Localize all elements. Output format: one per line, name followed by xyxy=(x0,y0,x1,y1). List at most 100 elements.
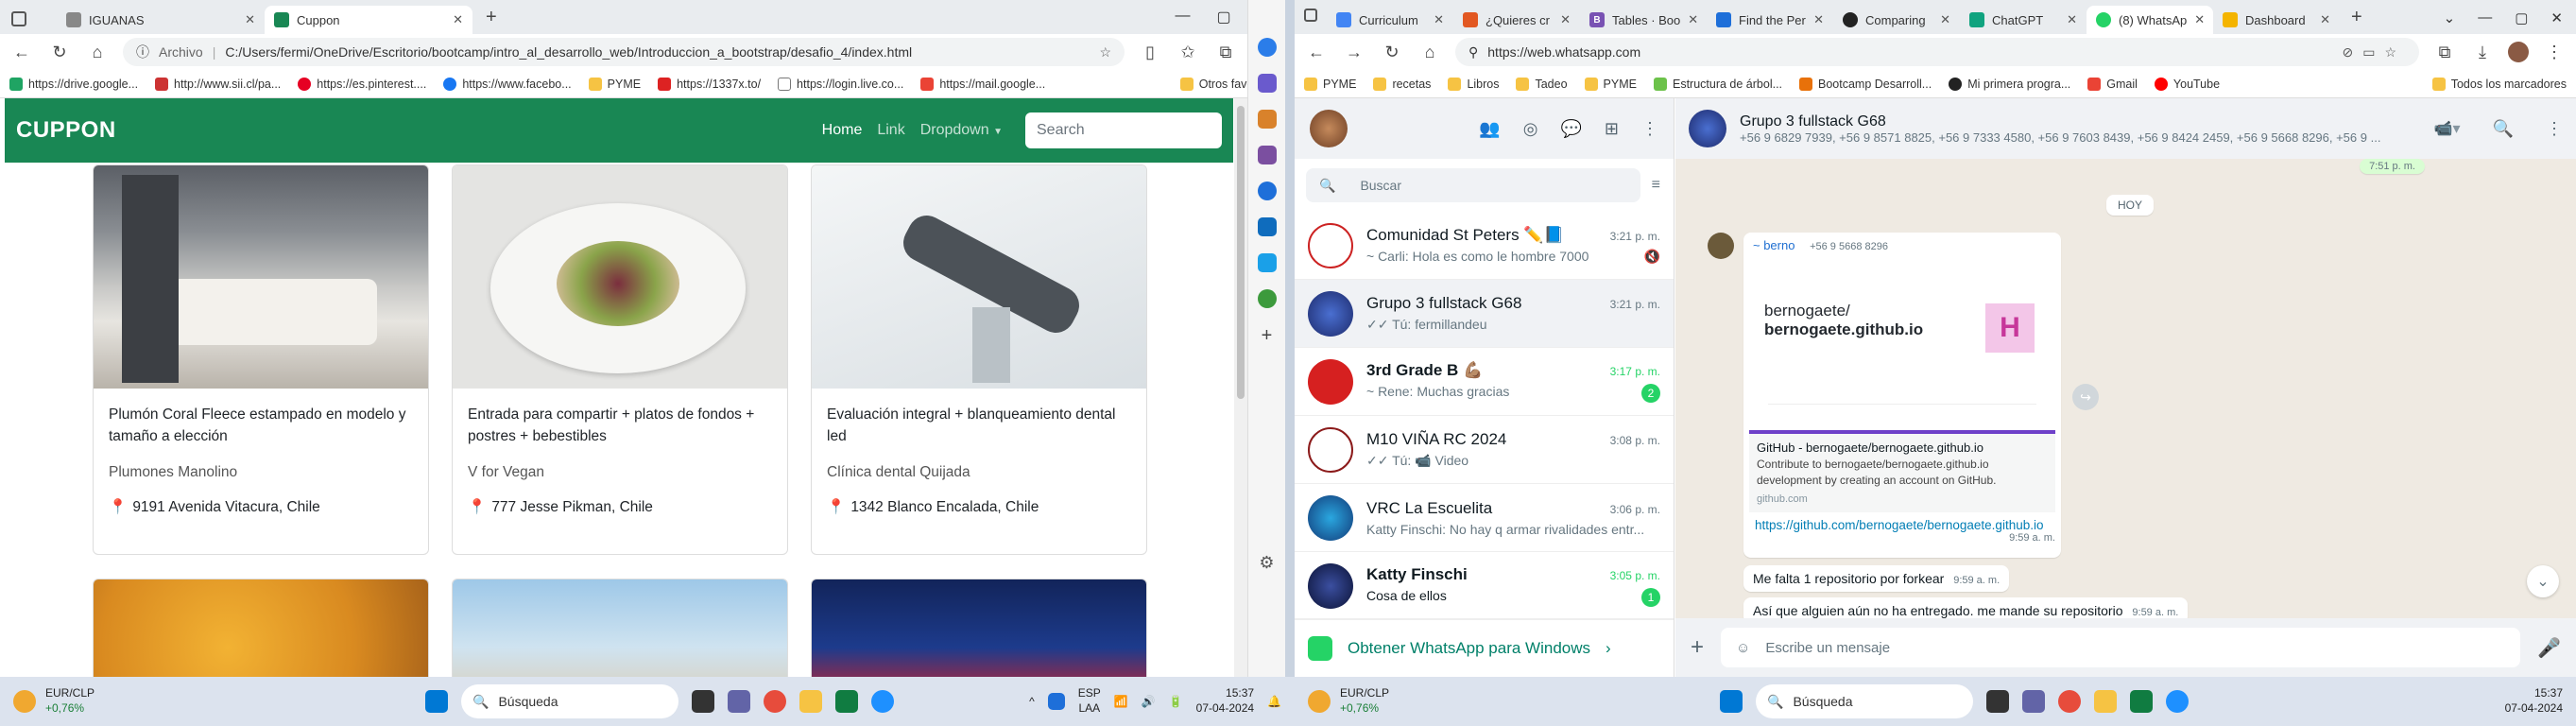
deal-card[interactable]: Entrada para compartir + platos de fondo… xyxy=(452,164,788,555)
deal-card[interactable] xyxy=(93,579,429,677)
currency-widget[interactable]: EUR/CLP +0,76% xyxy=(45,686,94,716)
close-icon[interactable]: ✕ xyxy=(1813,12,1824,27)
tab-find-the-per[interactable]: Find the Per ✕ xyxy=(1707,6,1833,34)
taskbar-search[interactable]: 🔍 Búsqueda xyxy=(461,684,679,718)
games-icon[interactable] xyxy=(1257,146,1277,164)
emoji-icon[interactable]: ☺ xyxy=(1736,640,1750,656)
minimize-icon[interactable]: — xyxy=(2478,9,2492,26)
language-indicator[interactable]: ESP LAA xyxy=(1078,686,1101,716)
bookmark-item[interactable]: Mi primera progra... xyxy=(1949,77,2070,91)
battery-icon[interactable]: 🔋 xyxy=(1169,695,1183,708)
close-icon[interactable]: ✕ xyxy=(1688,12,1698,27)
weather-widget-icon[interactable] xyxy=(13,690,36,713)
settings-gear-icon[interactable]: ⚙ xyxy=(1259,553,1274,573)
chat-search-input[interactable]: 🔍 Buscar xyxy=(1306,168,1640,202)
deal-card[interactable]: Evaluación integral + blanqueamiento den… xyxy=(811,164,1147,555)
start-windows-icon[interactable] xyxy=(425,690,449,713)
sender-avatar[interactable] xyxy=(1708,233,1734,259)
maximize-icon[interactable]: ▢ xyxy=(2515,9,2528,26)
chrome-icon[interactable] xyxy=(2058,690,2082,713)
back-icon[interactable]: ← xyxy=(9,43,34,62)
outlook-icon[interactable] xyxy=(1257,217,1277,236)
bookmark-folder[interactable]: PYME xyxy=(1304,77,1356,91)
weather-widget-icon[interactable] xyxy=(1308,690,1331,713)
close-window-icon[interactable]: ✕ xyxy=(2550,9,2563,26)
store-icon[interactable] xyxy=(835,690,859,713)
file-explorer-icon[interactable] xyxy=(2094,690,2118,713)
new-chat-icon[interactable]: ⊞ xyxy=(1605,119,1619,139)
menu-icon[interactable]: ⋮ xyxy=(2546,119,2563,139)
deal-card[interactable]: Plumón Coral Fleece estampado en modelo … xyxy=(93,164,429,555)
tab-quieres[interactable]: ¿Quieres cr ✕ xyxy=(1453,6,1580,34)
all-bookmarks[interactable]: Todos los marcadores xyxy=(2431,77,2567,91)
link-preview-message[interactable]: ~ berno +56 9 5668 8296 bernogaete/berno… xyxy=(1743,233,2061,558)
sender-name[interactable]: ~ berno xyxy=(1753,238,1795,252)
bookmark-item[interactable]: https://drive.google... xyxy=(9,77,138,91)
bookmark-folder[interactable]: PYME xyxy=(588,77,641,91)
notification-bell-icon[interactable]: 🔔 xyxy=(1267,695,1281,708)
refresh-icon[interactable]: ↻ xyxy=(1380,43,1404,62)
chat-item-selected[interactable]: Grupo 3 fullstack G68 3:21 p. m. ✓✓ Tú: f… xyxy=(1295,280,1674,348)
home-icon[interactable]: ⌂ xyxy=(85,43,110,62)
tab-curriculum[interactable]: Curriculum ✕ xyxy=(1327,6,1453,34)
chat-item[interactable]: VRC La Escuelita 3:06 p. m. Katty Finschi… xyxy=(1295,484,1674,552)
download-icon[interactable]: ⤓ xyxy=(2470,43,2495,62)
get-whatsapp-windows-link[interactable]: Obtener WhatsApp para Windows › xyxy=(1295,618,1674,677)
bookmark-folder[interactable]: PYME xyxy=(1584,77,1637,91)
url-actions-icons[interactable]: ⊘▭☆ xyxy=(2342,44,2406,60)
teams-icon[interactable] xyxy=(728,690,751,713)
nav-dropdown[interactable]: Dropdown ▼ xyxy=(920,122,1003,139)
currency-widget[interactable]: EUR/CLP +0,76% xyxy=(1340,686,1389,716)
nav-link[interactable]: Link xyxy=(877,122,904,139)
channels-icon[interactable]: 💬 xyxy=(1560,119,1581,139)
bookmark-folder[interactable]: Tadeo xyxy=(1516,77,1568,91)
bookmark-folder[interactable]: recetas xyxy=(1373,77,1431,91)
bookmark-item[interactable]: https://mail.google... xyxy=(920,77,1045,91)
chat-item[interactable]: Katty Finschi 3:05 p. m. Cosa de ellos 1 xyxy=(1295,552,1674,620)
close-icon[interactable]: ✕ xyxy=(1940,12,1950,27)
tab-search-icon[interactable]: ⌄ xyxy=(2444,9,2456,26)
new-tab-icon[interactable]: + xyxy=(2340,7,2374,34)
close-icon[interactable]: ✕ xyxy=(1434,12,1444,27)
task-view-icon[interactable] xyxy=(692,690,715,713)
url-field[interactable]: ⓘ Archivo | C:/Users/fermi/OneDrive/Escr… xyxy=(123,38,1125,66)
bookmark-item[interactable]: https://login.live.co... xyxy=(778,77,903,91)
close-icon[interactable]: ✕ xyxy=(2320,12,2330,27)
home-icon[interactable]: ⌂ xyxy=(1417,43,1442,62)
more-icon[interactable]: ⋮ xyxy=(2542,43,2567,62)
tab-cuppon[interactable]: Cuppon ✕ xyxy=(265,6,472,34)
bookmark-item[interactable]: https://1337x.to/ xyxy=(658,77,761,91)
close-icon[interactable]: ✕ xyxy=(453,12,463,27)
video-call-icon[interactable]: 📹▾ xyxy=(2434,119,2461,138)
search-input[interactable]: Search xyxy=(1025,112,1222,148)
close-icon[interactable]: ✕ xyxy=(1560,12,1571,27)
profile-avatar[interactable] xyxy=(2508,42,2529,62)
minimize-icon[interactable]: — xyxy=(1175,8,1190,26)
workspaces-icon[interactable] xyxy=(1304,9,1317,22)
onedrive-icon[interactable] xyxy=(1047,693,1065,710)
nav-home-link[interactable]: Home xyxy=(822,122,863,139)
forward-icon[interactable]: → xyxy=(1342,43,1366,62)
workspaces-icon[interactable] xyxy=(11,11,26,26)
tab-iguanas[interactable]: IGUANAS ✕ xyxy=(57,6,265,34)
bookmark-item[interactable]: Bootcamp Desarroll... xyxy=(1799,77,1932,91)
bookmark-item[interactable]: http://www.sii.cl/pa... xyxy=(155,77,281,91)
microsoft365-icon[interactable] xyxy=(1257,182,1277,200)
extensions-icon[interactable]: ⧉ xyxy=(2432,43,2457,62)
split-screen-icon[interactable]: ▯ xyxy=(1138,43,1162,62)
chat-item[interactable]: Comunidad St Peters ✏️📘 3:21 p. m. ~ Carl… xyxy=(1295,212,1674,280)
edge-icon[interactable] xyxy=(2166,690,2190,713)
communities-icon[interactable]: 👥 xyxy=(1479,119,1500,139)
tab-chatgpt[interactable]: ChatGPT ✕ xyxy=(1960,6,2087,34)
user-avatar[interactable] xyxy=(1310,110,1348,147)
tab-whatsapp[interactable]: (8) WhatsAp ✕ xyxy=(2087,6,2213,34)
bookmark-folder[interactable]: Libros xyxy=(1448,77,1499,91)
tray-chevron-icon[interactable]: ^ xyxy=(1029,695,1035,708)
maximize-icon[interactable]: ▢ xyxy=(1216,8,1230,26)
tab-tables[interactable]: B Tables · Boo ✕ xyxy=(1580,6,1707,34)
microphone-icon[interactable]: 🎤 xyxy=(2537,636,2561,660)
edge-icon[interactable] xyxy=(871,690,895,713)
copilot-icon[interactable] xyxy=(1257,38,1277,57)
shopping-icon[interactable] xyxy=(1257,253,1277,272)
bookmark-item[interactable]: https://es.pinterest.... xyxy=(298,77,426,91)
